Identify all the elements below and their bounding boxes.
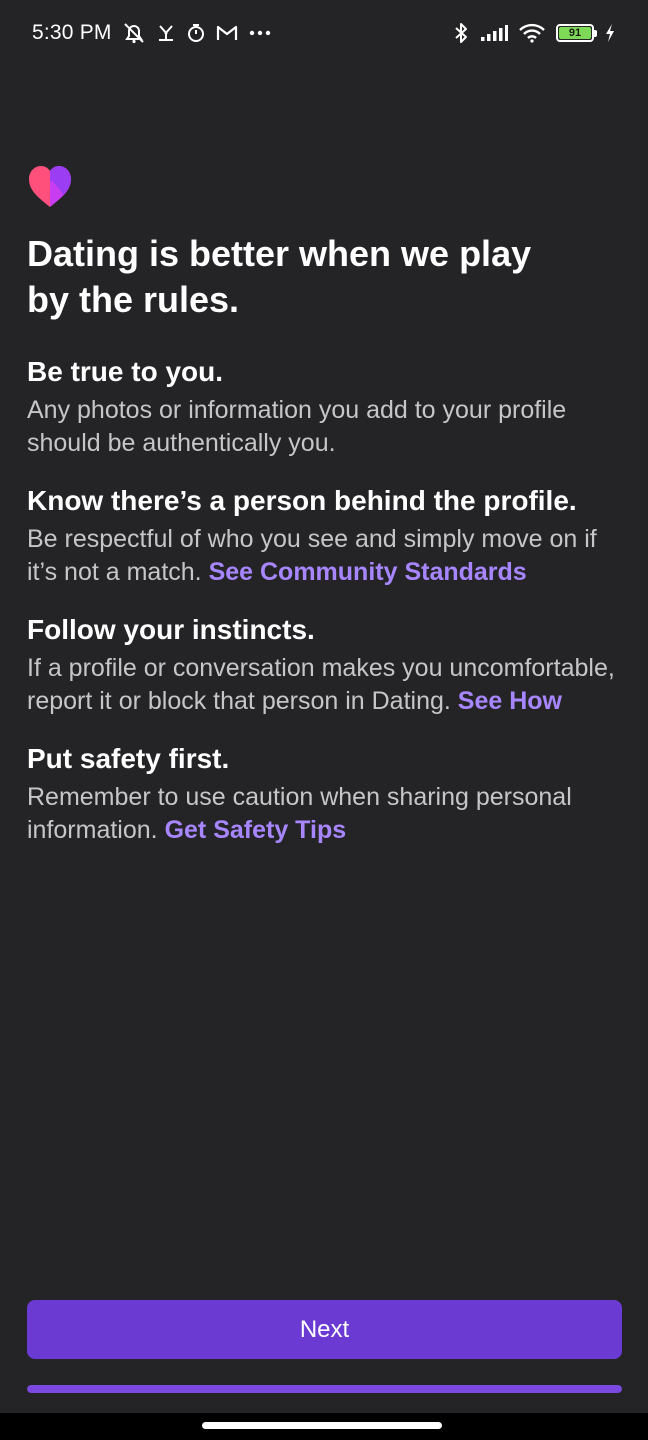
gmail-icon (216, 24, 238, 42)
signal-icon (480, 24, 508, 42)
rule-body: Remember to use caution when sharing per… (27, 781, 622, 847)
home-indicator[interactable] (202, 1422, 442, 1429)
next-button[interactable]: Next (27, 1300, 622, 1359)
battery-level: 91 (559, 27, 591, 39)
rule-body: Be respectful of who you see and simply … (27, 523, 622, 589)
progress-fill (27, 1385, 622, 1393)
page-title: Dating is better when we play by the rul… (27, 233, 532, 320)
rule-body: Any photos or information you add to you… (27, 394, 622, 460)
rule-safety-first: Put safety first. Remember to use cautio… (27, 740, 622, 847)
rule-heading: Follow your instincts. (27, 614, 315, 645)
rules-content: Dating is better when we play by the rul… (27, 165, 622, 869)
battery-icon: 91 (556, 24, 597, 42)
progress-bar (27, 1385, 622, 1393)
screen: 5:30 PM 91 Dating is better when we play… (0, 0, 648, 1440)
charging-icon (604, 23, 616, 43)
status-right: 91 (452, 22, 616, 44)
rule-person-behind-profile: Know there’s a person behind the profile… (27, 482, 622, 589)
rule-heading: Know there’s a person behind the profile… (27, 485, 577, 516)
more-dots-icon (248, 29, 272, 37)
timer-icon (186, 23, 206, 43)
rule-body-text: Any photos or information you add to you… (27, 396, 567, 457)
safety-tips-link[interactable]: Get Safety Tips (165, 816, 347, 844)
rule-be-true: Be true to you. Any photos or informatio… (27, 353, 622, 460)
status-left: 5:30 PM (32, 21, 272, 45)
dating-heart-icon (27, 165, 73, 209)
status-time: 5:30 PM (32, 21, 112, 44)
see-how-link[interactable]: See How (458, 687, 562, 715)
rule-heading: Be true to you. (27, 356, 224, 387)
rule-follow-instincts: Follow your instincts. If a profile or c… (27, 611, 622, 718)
status-bar: 5:30 PM 91 (0, 0, 648, 66)
alarm-off-icon (122, 22, 146, 44)
rule-body: If a profile or conversation makes you u… (27, 652, 622, 718)
network-icon (156, 23, 176, 43)
community-standards-link[interactable]: See Community Standards (209, 558, 527, 586)
wifi-icon (518, 23, 546, 43)
system-nav-bar (0, 1413, 648, 1440)
rule-heading: Put safety first. (27, 743, 230, 774)
bluetooth-icon (452, 22, 470, 44)
